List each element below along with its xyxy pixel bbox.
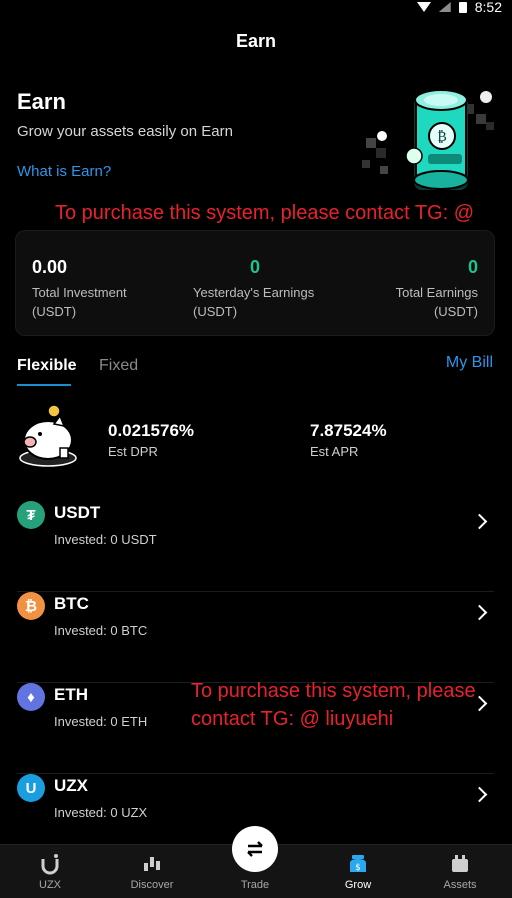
nav-label: Grow <box>344 879 372 891</box>
hero-title: Earn <box>17 89 66 114</box>
nav-label: Assets <box>443 879 477 891</box>
earnings-summary-card: 0.00 0 0 Total Investment (USDT) Yesterd… <box>15 230 495 336</box>
coin-name: UZX <box>54 776 88 795</box>
coin-name: USDT <box>54 503 101 522</box>
coin-row-btc[interactable]: ₿ BTC Invested: 0 BTC <box>17 592 494 683</box>
status-bar: 8:52 <box>416 0 502 15</box>
yesterday-earnings-value: 0 <box>250 257 261 277</box>
yesterday-earnings-label: Yesterday's Earnings (USDT) <box>193 285 315 319</box>
est-dpr-label: Est DPR <box>108 444 158 459</box>
coin-name: BTC <box>54 594 89 613</box>
ethereum-icon: ♦ <box>17 683 45 711</box>
est-apr-label: Est APR <box>310 444 359 459</box>
tab-fixed[interactable]: Fixed <box>99 357 138 375</box>
battery-icon <box>458 1 467 13</box>
tether-icon: ₮ <box>17 501 45 529</box>
svg-text:₿: ₿ <box>437 129 447 145</box>
chevron-right-icon <box>471 786 488 803</box>
nav-item-assets[interactable]: Assets <box>420 845 500 898</box>
coin-invested: Invested: 0 UZX <box>54 805 148 820</box>
grow-icon: $ <box>350 855 366 873</box>
total-investment-label: Total Investment (USDT) <box>32 285 127 319</box>
tab-flexible[interactable]: Flexible <box>17 357 77 375</box>
uzx-logo-icon <box>41 854 59 875</box>
coin-row-usdt[interactable]: ₮ USDT Invested: 0 USDT <box>17 501 494 592</box>
nav-label: Trade <box>240 879 270 891</box>
hero-subtitle: Grow your assets easily on Earn <box>17 123 233 140</box>
nav-item-discover[interactable]: Discover <box>112 845 192 898</box>
wallet-icon <box>452 855 468 872</box>
chevron-right-icon <box>471 513 488 530</box>
what-is-earn-link[interactable]: What is Earn? <box>17 163 111 180</box>
wifi-icon <box>416 2 431 12</box>
total-earnings-label: Total Earnings (USDT) <box>395 285 478 319</box>
coin-invested: Invested: 0 ETH <box>54 714 148 729</box>
discover-icon <box>144 857 160 871</box>
nav-item-grow[interactable]: $ Grow <box>318 845 398 898</box>
piggy-bank-icon <box>19 404 77 467</box>
est-apr-value: 7.87524% <box>310 421 387 440</box>
swap-icon <box>247 841 263 857</box>
trade-swap-button[interactable] <box>232 826 278 872</box>
chevron-right-icon <box>471 604 488 621</box>
watermark-bottom: To purchase this system, please contact … <box>191 680 476 730</box>
bitcoin-icon: ₿ <box>17 592 45 620</box>
nav-item-uzx[interactable]: UZX <box>10 845 90 898</box>
est-dpr-value: 0.021576% <box>108 421 195 440</box>
active-tab-indicator <box>17 384 71 386</box>
svg-text:$: $ <box>355 863 361 873</box>
coin-name: ETH <box>54 685 88 704</box>
coin-invested: Invested: 0 BTC <box>54 623 148 638</box>
nav-label: UZX <box>39 879 61 891</box>
nav-label: Discover <box>130 879 174 891</box>
total-investment-value: 0.00 <box>32 257 68 277</box>
uzx-icon: U <box>17 774 45 802</box>
total-earnings-value: 0 <box>467 257 478 277</box>
page-title: Earn <box>235 31 277 51</box>
status-time: 8:52 <box>474 0 502 15</box>
my-bill-link[interactable]: My Bill <box>446 354 493 372</box>
earn-illustration: ₿ <box>362 89 494 190</box>
coin-invested: Invested: 0 USDT <box>54 532 157 547</box>
signal-icon <box>438 2 451 12</box>
